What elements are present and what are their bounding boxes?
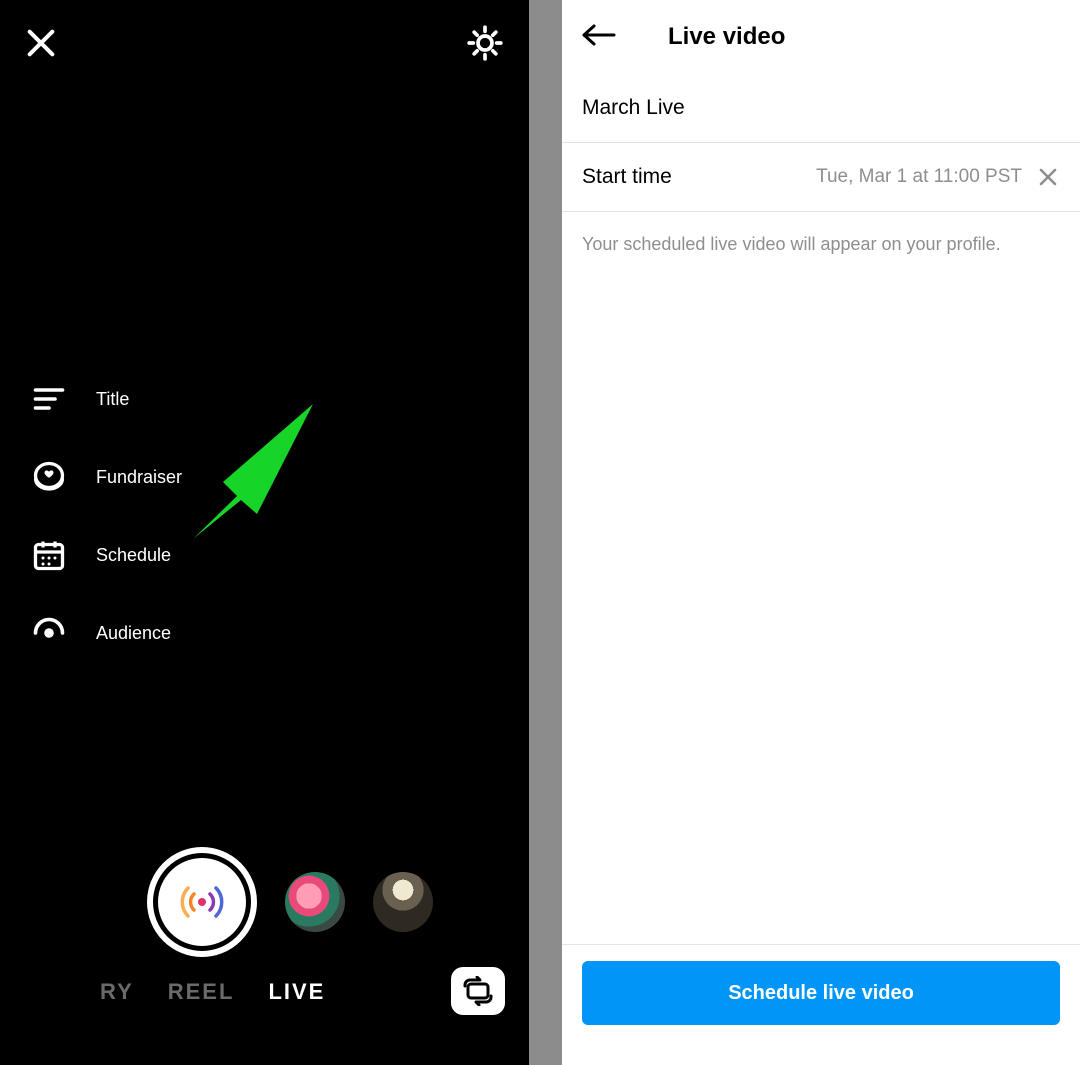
schedule-note: Your scheduled live video will appear on…	[562, 212, 1080, 277]
live-options-list: Title Fundraiser Schedule Audience	[30, 380, 182, 652]
footer: Schedule live video	[562, 944, 1080, 1065]
go-live-shutter-button[interactable]	[147, 847, 257, 957]
option-label: Fundraiser	[96, 467, 182, 488]
header: Live video	[562, 0, 1080, 74]
option-schedule[interactable]: Schedule	[30, 536, 182, 574]
clear-start-time-icon[interactable]	[1036, 165, 1060, 189]
live-title-value: March Live	[582, 96, 1060, 120]
live-title-row[interactable]: March Live	[562, 74, 1080, 143]
settings-gear-icon[interactable]	[465, 23, 505, 63]
schedule-live-video-screen: Live video March Live Start time Tue, Ma…	[562, 0, 1080, 1065]
fundraiser-icon	[30, 458, 68, 496]
shutter-inner	[158, 858, 246, 946]
back-arrow-icon[interactable]	[580, 23, 620, 51]
mode-live[interactable]: LIVE	[268, 979, 325, 1005]
option-title[interactable]: Title	[30, 380, 182, 418]
mode-story[interactable]: RY	[100, 979, 134, 1005]
page-title: Live video	[668, 23, 785, 51]
option-audience[interactable]: Audience	[30, 614, 182, 652]
audience-icon	[30, 614, 68, 652]
panel-gap	[529, 0, 562, 1065]
switch-camera-button[interactable]	[451, 967, 505, 1015]
start-time-label: Start time	[582, 165, 816, 189]
option-fundraiser[interactable]: Fundraiser	[30, 458, 182, 496]
filter-thumbnail[interactable]	[285, 872, 345, 932]
option-label: Title	[96, 389, 129, 410]
mode-selector: RY REEL LIVE	[0, 979, 529, 1005]
camera-live-setup-screen: Title Fundraiser Schedule Audience	[0, 0, 529, 1065]
start-time-row[interactable]: Start time Tue, Mar 1 at 11:00 PST	[562, 143, 1080, 212]
option-label: Schedule	[96, 545, 171, 566]
filter-thumbnail[interactable]	[373, 872, 433, 932]
start-time-value: Tue, Mar 1 at 11:00 PST	[816, 166, 1022, 188]
broadcast-icon	[174, 874, 230, 930]
option-label: Audience	[96, 623, 171, 644]
mode-reel[interactable]: REEL	[168, 979, 235, 1005]
close-icon[interactable]	[24, 26, 58, 60]
filter-carousel[interactable]	[0, 847, 529, 957]
schedule-live-video-button[interactable]: Schedule live video	[582, 961, 1060, 1025]
top-bar	[0, 18, 529, 68]
switch-camera-icon	[461, 976, 495, 1006]
calendar-icon	[30, 536, 68, 574]
title-icon	[30, 380, 68, 418]
annotation-arrow	[175, 404, 315, 559]
